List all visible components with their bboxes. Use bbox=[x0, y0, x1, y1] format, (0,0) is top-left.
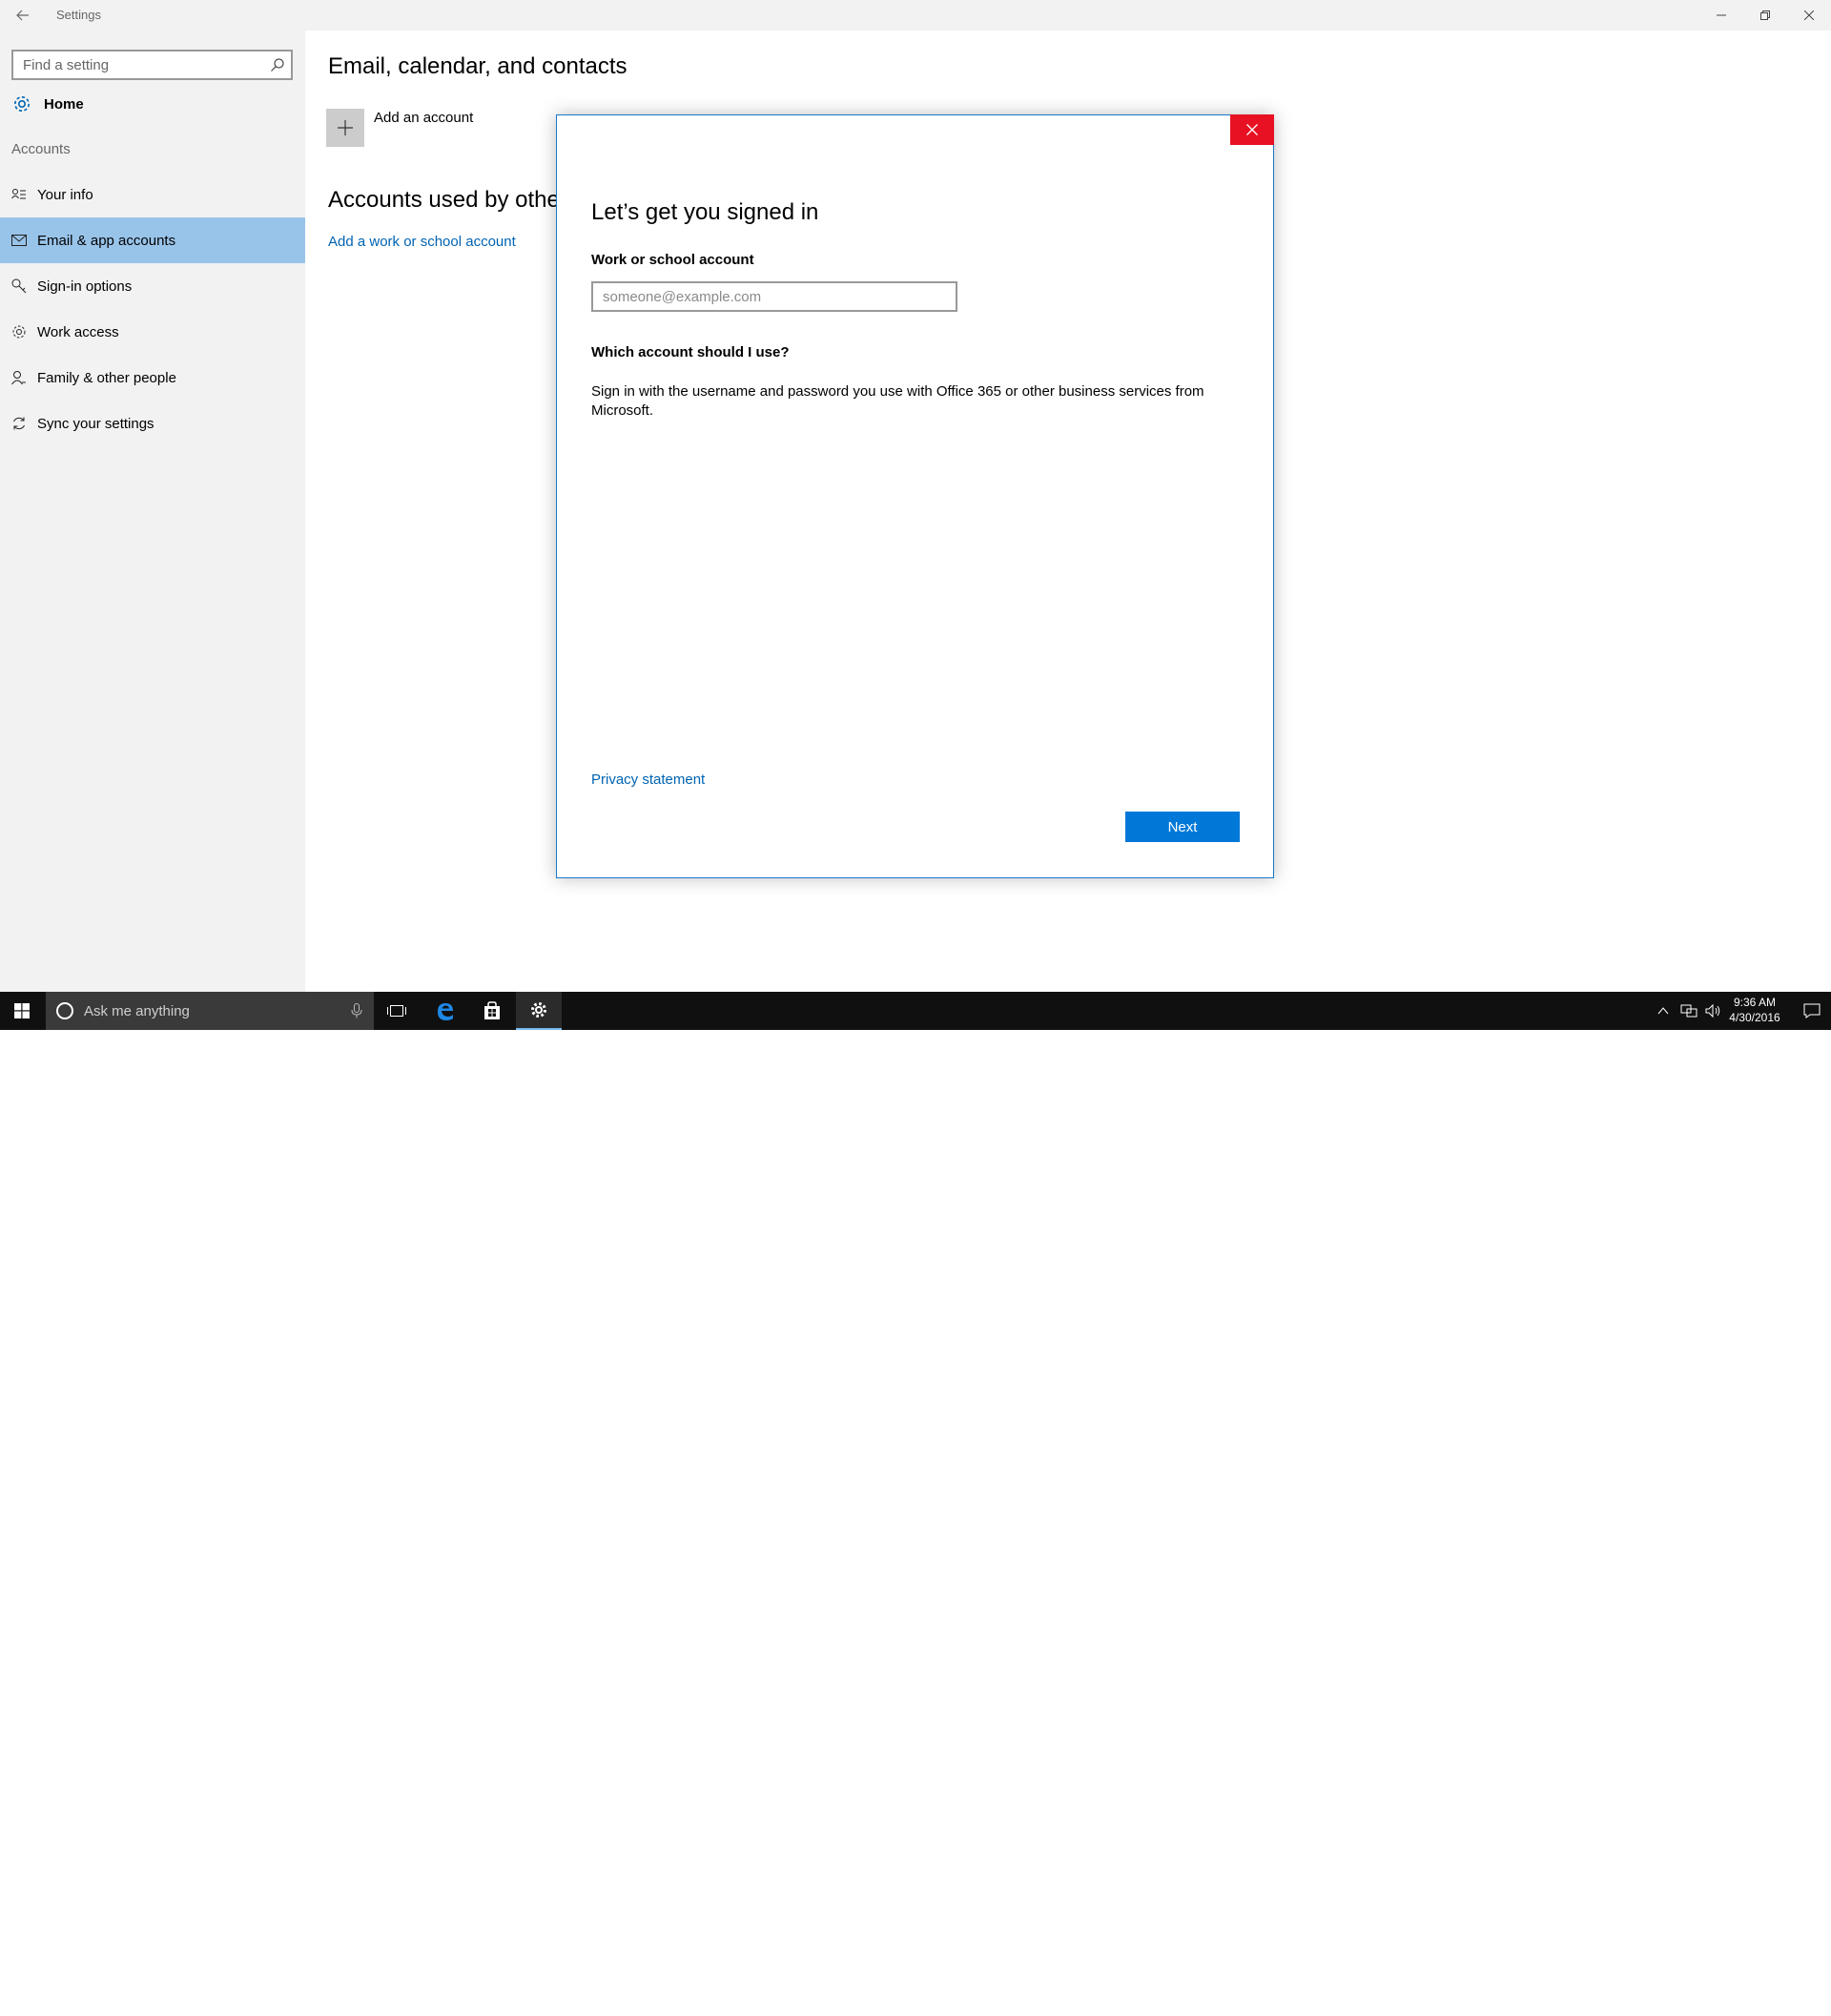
dialog-close-button[interactable] bbox=[1230, 114, 1274, 145]
sidebar-item-label: Work access bbox=[37, 323, 119, 340]
sidebar-item-work-access[interactable]: Work access bbox=[0, 309, 305, 355]
sign-in-dialog: Let’s get you signed in Work or school a… bbox=[556, 114, 1274, 878]
network-icon[interactable] bbox=[1680, 1003, 1697, 1018]
account-field-label: Work or school account bbox=[591, 252, 754, 268]
sidebar-item-sync-settings[interactable]: Sync your settings bbox=[0, 401, 305, 446]
chevron-up-icon[interactable] bbox=[1656, 1003, 1671, 1018]
people-icon bbox=[11, 370, 27, 385]
clock-time: 9:36 AM bbox=[1733, 996, 1777, 1009]
store-icon bbox=[484, 1001, 500, 1019]
microphone-icon[interactable] bbox=[351, 1003, 362, 1018]
notification-icon bbox=[1803, 1003, 1821, 1018]
task-view-icon bbox=[387, 1005, 406, 1017]
sidebar-item-label: Sign-in options bbox=[37, 278, 133, 295]
back-button[interactable] bbox=[11, 4, 34, 27]
section-title: Accounts bbox=[11, 141, 71, 157]
cortana-search-box[interactable]: Ask me anything bbox=[46, 992, 374, 1030]
close-icon bbox=[1804, 10, 1814, 20]
clock-date: 4/30/2016 bbox=[1729, 1011, 1780, 1024]
person-card-icon bbox=[11, 187, 27, 202]
account-description: Sign in with the username and password y… bbox=[591, 383, 1204, 419]
settings-taskbar-button[interactable] bbox=[516, 992, 562, 1030]
cortana-icon bbox=[56, 1002, 73, 1019]
gear-icon bbox=[531, 1002, 546, 1018]
action-center-button[interactable] bbox=[1793, 992, 1831, 1030]
sync-icon bbox=[11, 416, 27, 431]
sidebar-item-label: Family & other people bbox=[37, 369, 176, 386]
windows-logo-icon bbox=[14, 1003, 30, 1018]
book-icon bbox=[1595, 1985, 1639, 2016]
sidebar-item-your-info[interactable]: Your info bbox=[0, 172, 305, 217]
find-setting-search[interactable]: Find a setting bbox=[11, 50, 293, 80]
system-tray bbox=[1656, 992, 1722, 1030]
add-account-label: Add an account bbox=[374, 110, 474, 126]
page-title: Email, calendar, and contacts bbox=[328, 53, 627, 79]
home-label: Home bbox=[44, 95, 84, 113]
close-icon bbox=[1246, 124, 1258, 135]
sidebar-item-label: Your info bbox=[37, 186, 93, 203]
email-field[interactable] bbox=[591, 281, 957, 312]
task-view-button[interactable] bbox=[374, 992, 420, 1030]
minimize-button[interactable] bbox=[1699, 0, 1743, 31]
accounts-used-subtitle: Accounts used by other bbox=[328, 187, 567, 213]
privacy-statement-link[interactable]: Privacy statement bbox=[591, 771, 705, 788]
start-button[interactable] bbox=[0, 992, 44, 1030]
which-account-heading: Which account should I use? bbox=[591, 344, 790, 360]
search-placeholder: Find a setting bbox=[23, 57, 110, 73]
store-button[interactable] bbox=[469, 992, 515, 1030]
taskbar: Ask me anything TheCollectionBook 9:36 A… bbox=[0, 992, 1831, 2016]
next-button[interactable]: Next bbox=[1125, 812, 1240, 842]
sidebar-item-family-other-people[interactable]: Family & other people bbox=[0, 355, 305, 401]
briefcase-gear-icon bbox=[11, 324, 27, 339]
sidebar: Find a setting Home Accounts Your info E… bbox=[0, 31, 305, 992]
dialog-title: Let’s get you signed in bbox=[591, 199, 819, 225]
edge-icon bbox=[438, 1003, 453, 1020]
title-bar: Settings bbox=[0, 0, 1831, 31]
edge-browser-button[interactable] bbox=[422, 992, 468, 1030]
watermark-text: TheCollectionBook bbox=[1646, 1987, 1797, 2009]
home-nav[interactable]: Home bbox=[11, 90, 84, 118]
add-account-button[interactable]: Add an account bbox=[326, 109, 473, 147]
back-arrow-icon bbox=[16, 10, 29, 21]
key-icon bbox=[11, 278, 27, 294]
close-window-button[interactable] bbox=[1787, 0, 1831, 31]
plus-icon bbox=[326, 109, 364, 147]
restore-icon bbox=[1760, 10, 1770, 20]
sidebar-item-label: Email & app accounts bbox=[37, 232, 176, 249]
gear-icon bbox=[14, 96, 30, 112]
window-title: Settings bbox=[56, 8, 101, 22]
sidebar-item-label: Sync your settings bbox=[37, 415, 154, 432]
restore-button[interactable] bbox=[1743, 0, 1787, 31]
sidebar-item-email-app-accounts[interactable]: Email & app accounts bbox=[0, 217, 305, 263]
clock[interactable]: 9:36 AM 4/30/2016 bbox=[1717, 995, 1793, 1025]
cortana-placeholder: Ask me anything bbox=[84, 1002, 190, 1019]
minimize-icon bbox=[1717, 14, 1726, 16]
sidebar-item-sign-in-options[interactable]: Sign-in options bbox=[0, 263, 305, 309]
search-icon bbox=[271, 58, 284, 72]
add-work-account-link[interactable]: Add a work or school account bbox=[328, 234, 516, 250]
watermark: TheCollectionBook bbox=[1594, 1982, 1797, 2016]
mail-icon bbox=[11, 233, 27, 248]
